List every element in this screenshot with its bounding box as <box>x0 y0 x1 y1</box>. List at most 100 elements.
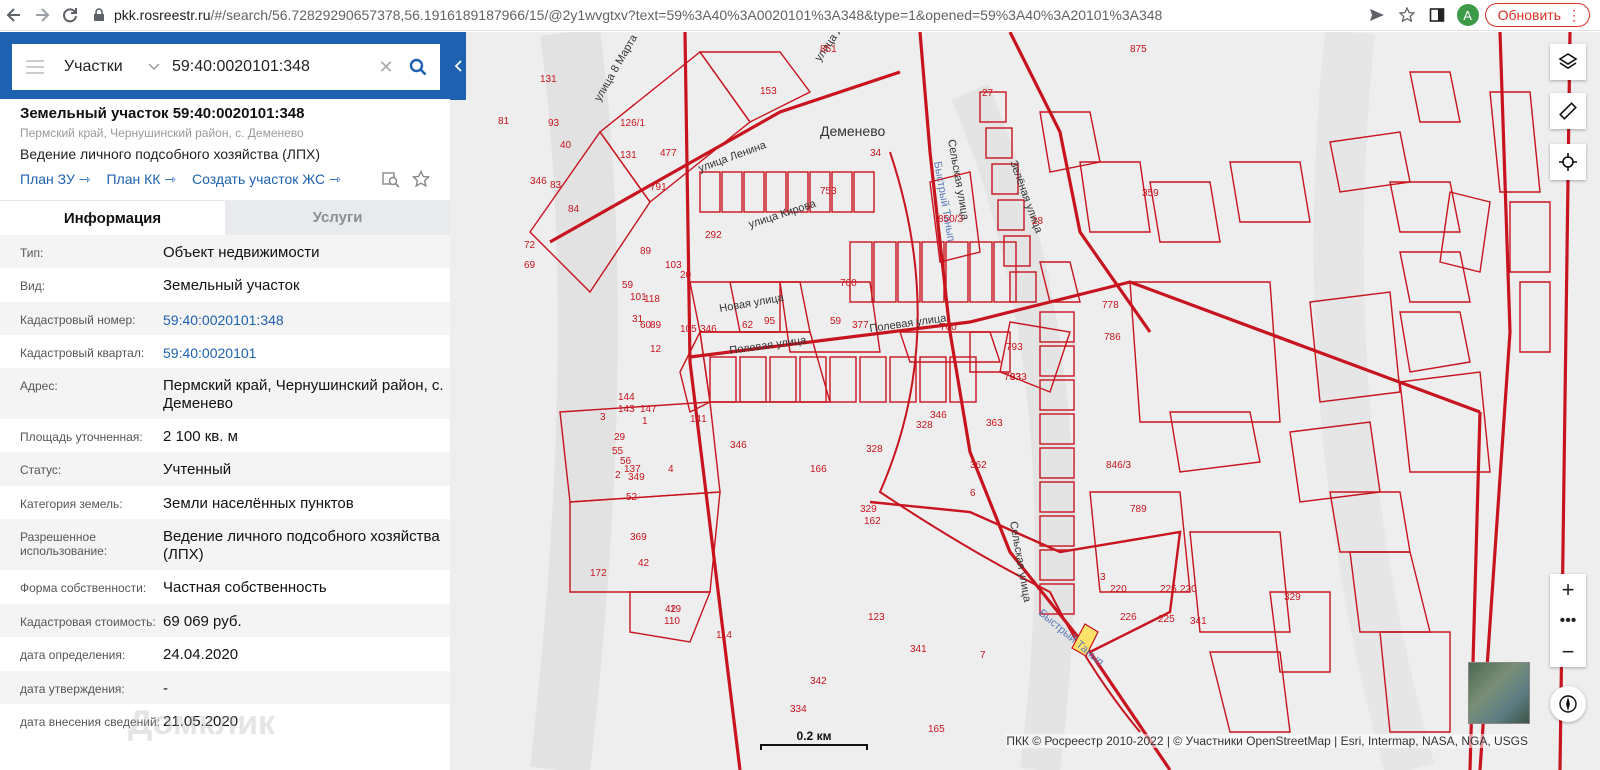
star-icon[interactable] <box>1393 1 1421 29</box>
browser-toolbar: pkk.rosreestr.ru/#/search/56.72829290657… <box>0 0 1600 31</box>
detail-row-land-category: Категория земель: Земли населённых пункто… <box>20 495 354 512</box>
parcel-label: 369 <box>630 532 647 543</box>
locate-button[interactable] <box>1550 144 1586 180</box>
cadastral-quarter-link[interactable]: 59:40:0020101 <box>163 344 448 368</box>
tab-info[interactable]: Информация <box>0 200 225 235</box>
parcel-label: 81 <box>498 116 510 127</box>
detail-row-address: Адрес: Пермский край, Чернушинский район,… <box>0 368 450 419</box>
search-input[interactable]: 59:40:0020101:348 <box>172 58 376 76</box>
minimap[interactable] <box>1468 662 1530 724</box>
detail-row-type: Тип: Объект недвижимости <box>0 235 450 268</box>
back-arrow-icon[interactable] <box>0 1 28 29</box>
parcel-label: 359 <box>1142 188 1159 199</box>
category-select[interactable]: Участки <box>58 58 148 76</box>
parcel-label: 118 <box>644 294 660 305</box>
link-plan-zu[interactable]: План ЗУ ⇾ <box>20 171 90 188</box>
parcel-label: 362 <box>970 460 987 471</box>
object-address: Пермский край, Чернушинский район, с. Де… <box>20 126 304 140</box>
zoom-out-icon[interactable]: − <box>1550 636 1586 667</box>
url-path: /#/search/56.72829290657378,56.191618918… <box>210 7 1163 23</box>
ruler-icon <box>1559 102 1577 120</box>
menu-icon[interactable] <box>12 60 58 74</box>
find-on-map-icon[interactable] <box>382 170 400 188</box>
reload-icon[interactable] <box>56 1 84 29</box>
info-panel: Участки 59:40:0020101:348 ✕ Земельный уч… <box>0 32 450 770</box>
map-view[interactable]: Деменево Полевая улица Полевая улица Новая … <box>450 32 1600 770</box>
detail-row-date-approved: дата утверждения: - <box>0 671 450 704</box>
close-icon[interactable]: ✕ <box>376 57 396 78</box>
parcel-label: 89 <box>640 246 652 257</box>
send-icon[interactable] <box>1363 1 1391 29</box>
object-title: Земельный участок 59:40:0020101:348 <box>20 105 305 122</box>
parcel-label: 342 <box>810 676 827 687</box>
layers-button[interactable] <box>1550 44 1586 80</box>
parcel-label: 153 <box>760 86 777 97</box>
avatar[interactable]: A <box>1456 4 1479 26</box>
object-use: Ведение личного подсобного хозяйства (ЛП… <box>20 146 321 162</box>
update-button[interactable]: Обновить ⋮ <box>1484 3 1590 27</box>
parcel-label: 334 <box>790 704 807 715</box>
map-attribution: ПКК © Росреестр 2010-2022 | © Участники … <box>1006 734 1528 748</box>
parcel-label: 162 <box>864 516 881 527</box>
parcel-label: 846/3 <box>1106 460 1131 471</box>
parcel-label: 346 <box>700 324 717 335</box>
scale-label: 0.2 км <box>796 729 832 743</box>
detail-row-ownership: Форма собственности: Частная собственност… <box>20 579 327 596</box>
cadastral-map[interactable]: ДеменевоПолевая улицаПолевая улицаНовая … <box>450 32 1600 770</box>
chevron-left-icon <box>454 60 462 72</box>
parcel-label: 226 <box>1120 612 1137 623</box>
parcel-label: 363 <box>986 418 1003 429</box>
sidebar-icon[interactable] <box>1423 1 1451 29</box>
zoom-controls: + ••• − <box>1550 574 1586 667</box>
compass-icon <box>1559 695 1577 713</box>
details-table: Тип: Объект недвижимости Вид: Земельный уч… <box>0 235 450 744</box>
collapse-panel-button[interactable] <box>450 32 466 100</box>
parcel-label: 329 <box>860 504 877 515</box>
parcel-label: 52 <box>626 492 638 503</box>
tab-services[interactable]: Услуги <box>225 200 450 235</box>
parcel-label: 789 <box>1130 504 1147 515</box>
parcel-label: 377 <box>852 320 869 331</box>
parcel-label: 95 <box>764 316 776 327</box>
watermark: Домклик <box>128 704 276 742</box>
link-plan-kk[interactable]: План КК ⇾ <box>106 171 176 188</box>
parcel-label: 220 <box>1110 584 1127 595</box>
favorite-star-icon[interactable] <box>412 170 430 188</box>
chevron-down-icon[interactable] <box>148 58 162 76</box>
parcel-label: 760 <box>840 278 857 289</box>
cadastral-number-link[interactable]: 59:40:0020101:348 <box>163 311 448 335</box>
parcel-label: 110 <box>664 616 680 627</box>
search-header: Участки 59:40:0020101:348 ✕ <box>0 32 450 99</box>
tab-bar: Информация Услуги <box>0 200 450 235</box>
parcel-label: 6 <box>970 488 976 499</box>
parcel-label: 753 <box>820 186 837 197</box>
ruler-button[interactable] <box>1550 93 1586 129</box>
parcel-label: 89 <box>650 320 662 331</box>
parcel-label: 220 <box>1180 584 1197 595</box>
parcel-label: 850/3 <box>938 214 963 225</box>
search-icon[interactable] <box>404 58 432 76</box>
zoom-in-icon[interactable]: + <box>1550 574 1586 605</box>
forward-arrow-icon[interactable] <box>28 1 56 29</box>
scale-bar <box>760 744 868 750</box>
compass-button[interactable] <box>1550 686 1586 722</box>
parcel-label: 225 <box>1158 614 1175 625</box>
parcel-label: 791 <box>650 182 667 193</box>
parcel-label: 84 <box>568 204 580 215</box>
detail-row-cadastral-number: Кадастровый номер: 59:40:0020101:348 <box>0 302 450 335</box>
parcel-label: 341 <box>910 644 927 655</box>
link-create-parcel[interactable]: Создать участок ЖС ⇾ <box>192 171 341 188</box>
parcel-label: 69 <box>524 260 536 271</box>
parcel-label: 60 <box>640 320 652 331</box>
parcel-label: 123 <box>868 612 885 623</box>
more-icon[interactable]: ••• <box>1550 605 1586 636</box>
address-bar[interactable]: pkk.rosreestr.ru/#/search/56.72829290657… <box>84 2 1363 28</box>
parcel-label: 341 <box>1190 616 1207 627</box>
parcel-label: 34 <box>870 148 882 159</box>
parcel-label: 143 <box>618 404 635 415</box>
detail-row-permitted-use: Разрешенное использование: Ведение личног… <box>0 519 450 570</box>
parcel-label: 346 <box>730 440 747 451</box>
detail-row-date-determined: дата определения: 24.04.2020 <box>20 646 239 663</box>
parcel-label: 225 <box>1160 584 1177 595</box>
parcel-label: 1 <box>642 416 648 427</box>
